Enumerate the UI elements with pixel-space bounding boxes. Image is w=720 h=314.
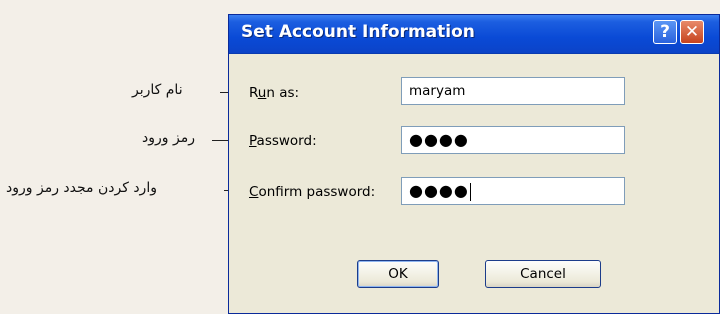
dialog-title: Set Account Information <box>241 22 475 42</box>
run-as-input[interactable]: maryam <box>401 77 625 105</box>
callout-confirm: وارد کردن مجدد رمز ورود <box>6 180 157 196</box>
callout-password: رمز ورود <box>142 130 195 146</box>
password-input[interactable]: ●●●● <box>401 126 625 154</box>
set-account-dialog: Set Account Information ? ✕ Run as: mary… <box>228 14 720 314</box>
help-button[interactable]: ? <box>653 20 677 44</box>
help-icon: ? <box>660 22 670 42</box>
close-button[interactable]: ✕ <box>680 20 704 44</box>
confirm-password-label: Confirm password: <box>249 184 376 200</box>
run-as-label: Run as: <box>249 85 300 101</box>
callout-run-as: نام کاربر <box>132 82 183 98</box>
password-label: Password: <box>249 133 317 149</box>
ok-button[interactable]: OK <box>357 260 439 288</box>
confirm-password-input[interactable]: ●●●● <box>401 177 625 205</box>
cancel-button[interactable]: Cancel <box>485 260 601 288</box>
title-bar[interactable]: Set Account Information ? ✕ <box>229 15 719 54</box>
close-icon: ✕ <box>684 22 700 42</box>
text-caret <box>469 182 471 201</box>
